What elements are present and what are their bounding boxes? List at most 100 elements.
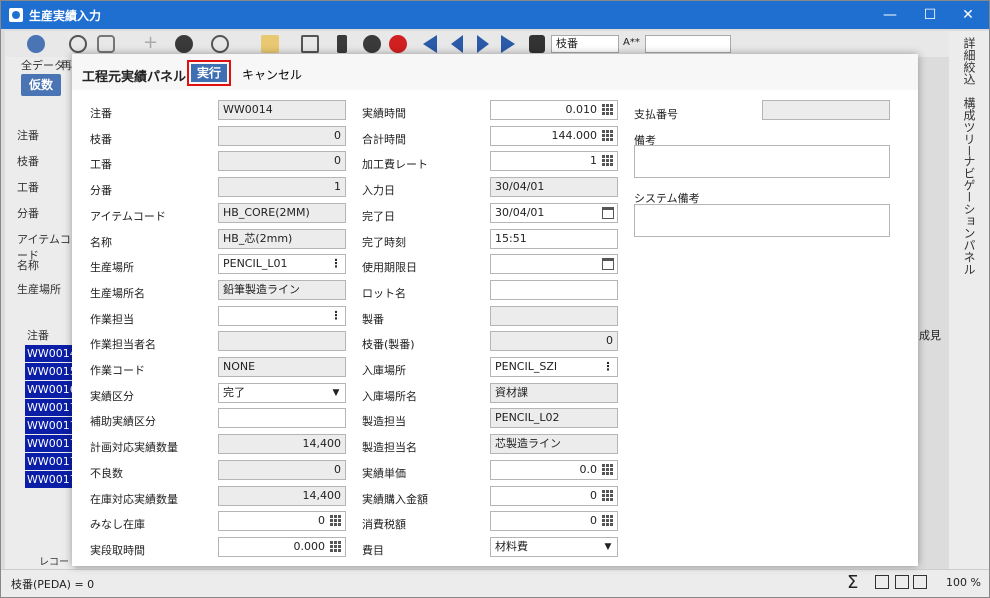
chevron-down-icon[interactable]: ▼ bbox=[330, 387, 342, 399]
calculator-icon[interactable] bbox=[330, 540, 342, 553]
close-button[interactable]: ✕ bbox=[949, 1, 987, 29]
calculator-icon[interactable] bbox=[602, 489, 614, 502]
tab-detail-filter[interactable]: 詳細絞込 bbox=[961, 37, 978, 85]
tab-structure-tree[interactable]: 構成ツリー bbox=[961, 97, 978, 157]
field-input[interactable]: PENCIL_L01 ⋮ bbox=[218, 254, 346, 275]
field-input[interactable] bbox=[490, 279, 618, 300]
remarks-textarea[interactable] bbox=[634, 145, 890, 178]
grid-row[interactable]: WW0017 bbox=[25, 399, 77, 416]
field-input[interactable]: 14,400 bbox=[218, 485, 346, 506]
download-icon[interactable] bbox=[27, 35, 45, 53]
grid-row[interactable]: WW0017 bbox=[25, 417, 77, 434]
more-options-icon[interactable]: ⋮ bbox=[330, 258, 342, 270]
payment-number-field[interactable] bbox=[762, 100, 890, 120]
calculator-icon[interactable] bbox=[330, 515, 342, 528]
field-label: 実績時間 bbox=[362, 107, 406, 120]
field-input[interactable]: 30/04/01 bbox=[490, 202, 618, 223]
calendar-icon[interactable] bbox=[602, 206, 614, 219]
view-form-icon[interactable] bbox=[875, 575, 889, 589]
next-record-icon[interactable] bbox=[477, 35, 489, 53]
first-record-icon[interactable] bbox=[423, 35, 437, 53]
more-options-icon[interactable]: ⋮ bbox=[330, 309, 342, 322]
field-input[interactable]: 0 bbox=[218, 511, 346, 532]
field-input[interactable]: 15:51 bbox=[490, 228, 618, 249]
field-input[interactable]: 0 bbox=[490, 331, 618, 352]
link-icon[interactable] bbox=[97, 35, 115, 53]
field-input[interactable] bbox=[218, 408, 346, 429]
calculator-icon[interactable] bbox=[602, 155, 614, 168]
field-input[interactable] bbox=[490, 305, 618, 326]
calculator-icon[interactable] bbox=[602, 129, 614, 142]
refresh-icon[interactable] bbox=[69, 35, 87, 53]
field-input[interactable]: 1 bbox=[490, 151, 618, 172]
maximize-button[interactable]: ☐ bbox=[911, 1, 949, 29]
field-input[interactable]: 0 bbox=[218, 125, 346, 146]
grid-row[interactable]: WW0016 bbox=[25, 381, 77, 398]
field-input[interactable]: 1 bbox=[218, 177, 346, 198]
field-input[interactable]: HB_CORE(2MM) bbox=[218, 202, 346, 223]
chevron-down-icon[interactable]: ▼ bbox=[602, 541, 614, 553]
last-record-icon[interactable] bbox=[501, 35, 515, 53]
add-icon[interactable]: + bbox=[143, 34, 161, 53]
field-input[interactable]: 14,400 bbox=[218, 434, 346, 455]
field-input[interactable]: 資材課 bbox=[490, 382, 618, 403]
pencil-icon[interactable] bbox=[337, 35, 347, 53]
font-size-label[interactable]: A** bbox=[623, 37, 640, 48]
field-input[interactable] bbox=[218, 331, 346, 352]
field-input[interactable]: 鉛筆製造ライン bbox=[218, 279, 346, 300]
toolbar-search-input[interactable] bbox=[645, 35, 731, 53]
grid-row[interactable]: WW0017 bbox=[25, 435, 77, 452]
sort-select[interactable]: 枝番 bbox=[551, 35, 619, 53]
grid-row[interactable]: WW0017 bbox=[25, 471, 77, 488]
undo-icon[interactable] bbox=[211, 35, 229, 53]
view-list-icon[interactable] bbox=[895, 575, 909, 589]
field-input[interactable]: 144.000 bbox=[490, 125, 618, 146]
field-input[interactable]: 0 bbox=[490, 485, 618, 506]
view-grid-icon[interactable] bbox=[913, 575, 927, 589]
field-input[interactable]: 0.0 bbox=[490, 459, 618, 480]
stop-icon[interactable] bbox=[389, 35, 407, 53]
field-input[interactable]: WW0014 bbox=[218, 100, 346, 120]
minimize-button[interactable]: — bbox=[871, 1, 909, 29]
tab-navigation-panel[interactable]: ナビゲーションパネル bbox=[961, 155, 978, 275]
field-input[interactable]: 0 bbox=[490, 511, 618, 532]
field-input[interactable]: 0 bbox=[218, 151, 346, 172]
tab-re[interactable]: 再 bbox=[61, 57, 72, 73]
calendar-icon[interactable] bbox=[602, 258, 614, 271]
binoculars-icon[interactable] bbox=[529, 35, 545, 53]
field-value: 0.010 bbox=[565, 103, 598, 116]
field-input[interactable]: 0.010 bbox=[490, 100, 618, 120]
field-input[interactable]: 材料費 ▼ bbox=[490, 536, 618, 557]
field-input[interactable]: NONE bbox=[218, 357, 346, 377]
field-input[interactable]: 芯製造ライン bbox=[490, 434, 618, 455]
calculator-icon[interactable] bbox=[602, 463, 614, 476]
calculator-icon[interactable] bbox=[602, 515, 614, 528]
field-input[interactable]: 0 bbox=[218, 459, 346, 480]
grid-row[interactable]: WW0017 bbox=[25, 453, 77, 470]
grid-row[interactable]: WW0015 bbox=[25, 363, 77, 380]
sum-icon[interactable]: Σ bbox=[847, 572, 858, 593]
calculator-icon[interactable] bbox=[602, 104, 614, 116]
exec-button[interactable]: 実行 bbox=[191, 64, 227, 82]
field-label: 枝番(製番) bbox=[362, 338, 415, 352]
tab-all-data[interactable]: 全データ bbox=[21, 57, 65, 73]
field-input[interactable]: 完了 ▼ bbox=[218, 382, 346, 403]
copy-icon[interactable] bbox=[301, 35, 319, 53]
field-input[interactable]: HB_芯(2mm) bbox=[218, 228, 346, 249]
field-input[interactable]: PENCIL_SZI ⋮ bbox=[490, 357, 618, 377]
grid-row[interactable]: WW0014 bbox=[25, 345, 77, 362]
field-input[interactable]: PENCIL_L02 bbox=[490, 408, 618, 429]
clipboard-icon[interactable] bbox=[261, 35, 279, 53]
check-icon[interactable] bbox=[175, 35, 193, 53]
field-label: 実績区分 bbox=[90, 389, 134, 403]
field-input[interactable]: ⋮ bbox=[218, 305, 346, 326]
field-input[interactable]: 0.000 bbox=[218, 536, 346, 557]
field-input[interactable] bbox=[490, 254, 618, 275]
kari-button[interactable]: 仮数 bbox=[21, 74, 61, 96]
field-input[interactable]: 30/04/01 bbox=[490, 177, 618, 198]
prev-record-icon[interactable] bbox=[451, 35, 463, 53]
more-options-icon[interactable]: ⋮ bbox=[602, 361, 614, 373]
system-remarks-textarea[interactable] bbox=[634, 204, 890, 237]
delete-icon[interactable] bbox=[363, 35, 381, 53]
cancel-button[interactable]: キャンセル bbox=[242, 66, 302, 83]
